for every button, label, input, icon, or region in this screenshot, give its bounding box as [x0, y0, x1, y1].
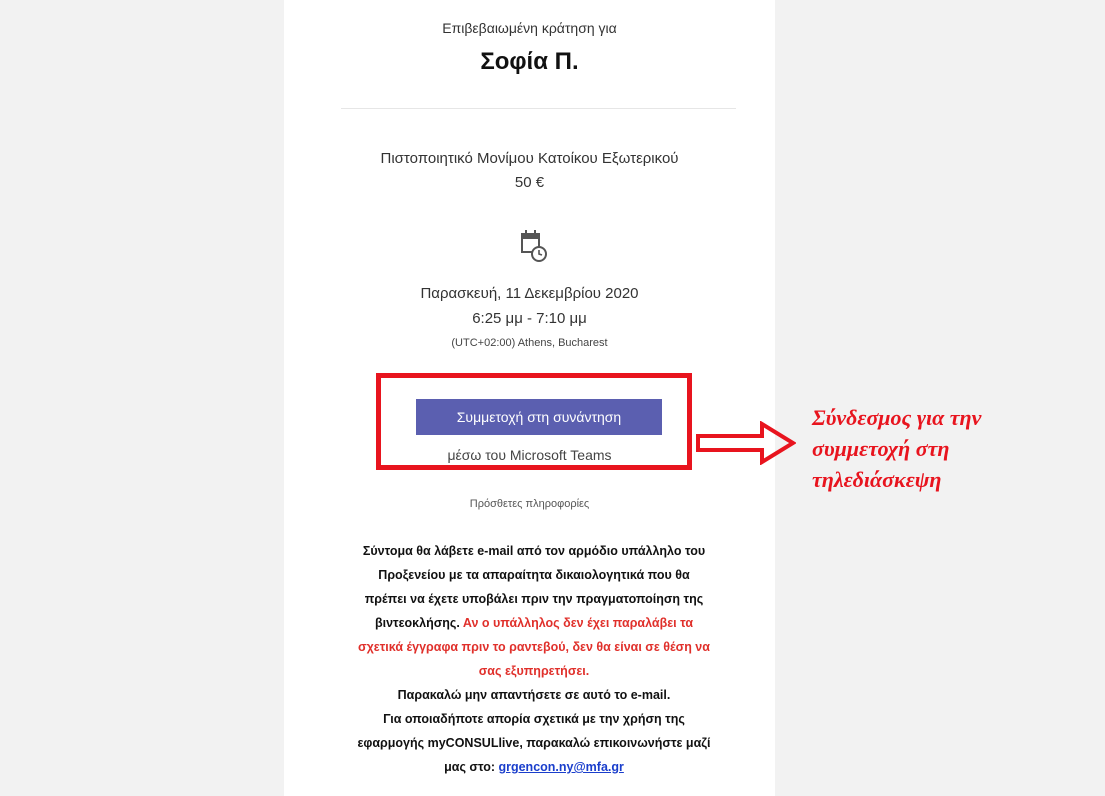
service-price: 50 €: [514, 174, 545, 191]
info-line: Για οποιαδήποτε απορία σχετικά με την χρ…: [383, 712, 685, 726]
calendar-clock-icon: [521, 230, 547, 262]
warning-text: σχετικά έγγραφα πριν το ραντεβού, δεν θα…: [358, 640, 710, 654]
annotation-text: Σύνδεσμος για την συμμετοχή στη τηλεδιάσ…: [812, 402, 1092, 495]
email-card: Επιβεβαιωμένη κράτηση για Σοφία Π. Πιστο…: [284, 0, 775, 796]
info-line: Παρακαλώ μην απαντήσετε σε αυτό το e-mai…: [397, 688, 671, 702]
annotation-line: τηλεδιάσκεψη: [812, 467, 942, 492]
info-line: Σύντομα θα λάβετε e-mail από τον αρμόδιο…: [362, 544, 706, 558]
service-name: Πιστοποιητικό Μονίμου Κατοίκου Εξωτερικο…: [380, 150, 679, 167]
appointment-time: 6:25 μμ - 7:10 μμ: [472, 310, 587, 327]
appointment-date: Παρασκευή, 11 Δεκεμβρίου 2020: [420, 285, 639, 302]
info-line: πρέπει να έχετε υποβάλει πριν την πραγμα…: [364, 592, 704, 606]
service-details: Πιστοποιητικό Μονίμου Κατοίκου Εξωτερικο…: [284, 147, 775, 195]
warning-text: σας εξυπηρετήσει.: [478, 664, 590, 678]
divider: [341, 108, 736, 109]
right-arrow-icon: [696, 421, 796, 465]
appointment-datetime: Παρασκευή, 11 Δεκεμβρίου 2020 6:25 μμ - …: [284, 281, 775, 331]
info-line: μας στο: grgencon.ny@mfa.gr: [324, 755, 744, 779]
email-link[interactable]: grgencon.ny@mfa.gr: [498, 760, 623, 774]
warning-text: Αν ο υπάλληλος δεν έχει παραλάβει τα: [462, 616, 694, 630]
booking-subtitle: Επιβεβαιωμένη κράτηση για: [442, 20, 617, 36]
customer-name: Σοφία Π.: [480, 48, 579, 75]
join-meeting-button[interactable]: Συμμετοχή στη συνάντηση: [416, 399, 662, 435]
info-text: βιντεοκλήσης.: [374, 616, 463, 630]
contact-prefix: μας στο:: [444, 760, 499, 774]
info-message: Σύντομα θα λάβετε e-mail από τον αρμόδιο…: [324, 539, 744, 779]
info-line: βιντεοκλήσης. Αν ο υπάλληλος δεν έχει πα…: [324, 611, 744, 635]
appointment-timezone: (UTC+02:00) Athens, Bucharest: [451, 337, 608, 349]
info-line: εφαρμογής myCONSULlive, παρακαλώ επικοιν…: [357, 736, 711, 750]
annotation-line: συμμετοχή στη: [812, 436, 950, 461]
info-line: Προξενείου με τα απαραίτητα δικαιολογητι…: [378, 568, 690, 582]
annotation-line: Σύνδεσμος για την: [812, 405, 982, 430]
more-info-heading: Πρόσθετες πληροφορίες: [469, 498, 590, 510]
